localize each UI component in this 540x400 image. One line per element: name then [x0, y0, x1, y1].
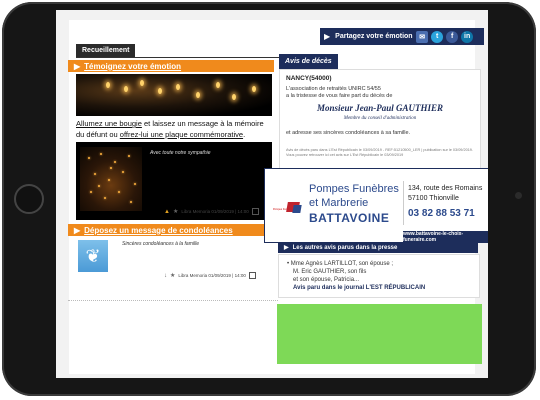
- chevron-right-icon: ▶: [324, 32, 331, 41]
- deposez-link[interactable]: Déposez un message de condoléances: [84, 226, 233, 235]
- chevron-right-icon: ▶: [74, 225, 81, 235]
- funeral-home-url[interactable]: www.battavoine-le-choix-funeraire.com: [403, 231, 488, 243]
- camera-icon: [515, 192, 522, 199]
- list-item: • Mme Agnès LARTILLOT, son épouse ;: [287, 261, 394, 267]
- funeral-home-city: 57100 Thionville: [408, 195, 459, 202]
- share-label: Partagez votre émotion: [335, 33, 413, 40]
- other-notices-list: • Mme Agnès LARTILLOT, son épouse ; M. E…: [278, 254, 480, 298]
- funeral-home-address: 134, route des Romains: [408, 185, 483, 192]
- list-item: M. Eric GAUTHIER, son fils: [293, 269, 367, 275]
- share-bar: ▶ Partagez votre émotion ✉ t f in: [320, 28, 484, 45]
- star-icon[interactable]: ★: [170, 272, 175, 279]
- chevron-right-icon: ▶: [284, 245, 289, 251]
- mail-icon[interactable]: ✉: [416, 30, 429, 43]
- post-caption: Sincères condoléances à la famille: [122, 241, 199, 247]
- funeral-home-line1: Pompes Funèbres: [309, 183, 399, 195]
- deposez-bar[interactable]: ▶ Déposez un message de condoléances: [68, 224, 274, 236]
- deceased-name: Monsieur Jean-Paul GAUTHIER: [316, 103, 444, 113]
- tablet-screen: ▶ Partagez votre émotion ✉ t f in Recuei…: [56, 10, 488, 378]
- notice-intro: L'association de retraités UNIRC 54/55 a…: [286, 86, 393, 99]
- divider: [68, 300, 278, 311]
- funeral-home-logo: Pompes Funèbres: [273, 201, 302, 213]
- flag-icon[interactable]: [251, 208, 259, 215]
- list-item-link[interactable]: Avis paru dans le journal L'EST RÉPUBLIC…: [293, 285, 425, 291]
- divider: [403, 181, 404, 225]
- funeral-home-name: BATTAVOINE: [309, 211, 390, 225]
- deceased-role: Membre du conseil d'administration: [343, 116, 417, 121]
- funeral-home-ad[interactable]: Pompes Funèbres Pompes Funèbres et Marbr…: [264, 168, 488, 243]
- dove-icon: ❦: [78, 240, 108, 272]
- notice-fine-print: Avis de décès paru dans L'Est Républicai…: [286, 148, 473, 157]
- list-item: et son épouse, Patricia...: [293, 277, 360, 283]
- lanterns-image: [80, 147, 142, 211]
- temoignez-bar[interactable]: ▶ Témoignez votre émotion: [68, 60, 274, 72]
- twitter-icon[interactable]: t: [431, 30, 444, 43]
- ad-banner[interactable]: [277, 304, 482, 364]
- candle-icon: ▲: [164, 208, 170, 215]
- post-meta: ▲ ★ Libra Memoria 01/09/2019 | 14:00: [164, 208, 259, 215]
- funeral-home-phone[interactable]: 03 82 88 53 71: [408, 208, 475, 219]
- chevron-right-icon: ▶: [74, 61, 81, 71]
- candles-image: [76, 74, 272, 116]
- post-meta: ↓ ★ Libra Memoria 01/09/2019 | 14:00: [164, 272, 256, 279]
- facebook-icon[interactable]: f: [446, 30, 459, 43]
- temoignez-link[interactable]: Témoignez votre émotion: [84, 62, 181, 71]
- other-notices-bar[interactable]: ▶ Les autres avis parus dans la presse: [278, 242, 478, 253]
- linkedin-icon[interactable]: in: [461, 30, 474, 43]
- candle-instructions: Allumez une bougie et laissez un message…: [76, 119, 264, 139]
- flag-icon[interactable]: [248, 272, 256, 279]
- star-icon[interactable]: ★: [173, 208, 178, 215]
- notice-city: NANCY(54000): [286, 75, 332, 82]
- recueillement-tab[interactable]: Recueillement: [76, 44, 136, 57]
- notice-closing: et adresse ses sincères condoléances à s…: [286, 130, 411, 136]
- light-candle-link[interactable]: Allumez une bougie: [76, 119, 142, 128]
- offer-plaque-link[interactable]: offrez-lui une plaque commémorative: [120, 130, 243, 139]
- avis-tab[interactable]: Avis de décès: [279, 54, 338, 69]
- down-arrow-icon[interactable]: ↓: [164, 273, 167, 279]
- death-notice: NANCY(54000) L'association de retraités …: [279, 69, 481, 181]
- post-caption: Avec toute notre sympathie: [150, 150, 211, 156]
- tablet-frame: ▶ Partagez votre émotion ✉ t f in Recuei…: [2, 2, 536, 396]
- funeral-home-line2: et Marbrerie: [309, 197, 369, 209]
- home-button[interactable]: [14, 184, 44, 214]
